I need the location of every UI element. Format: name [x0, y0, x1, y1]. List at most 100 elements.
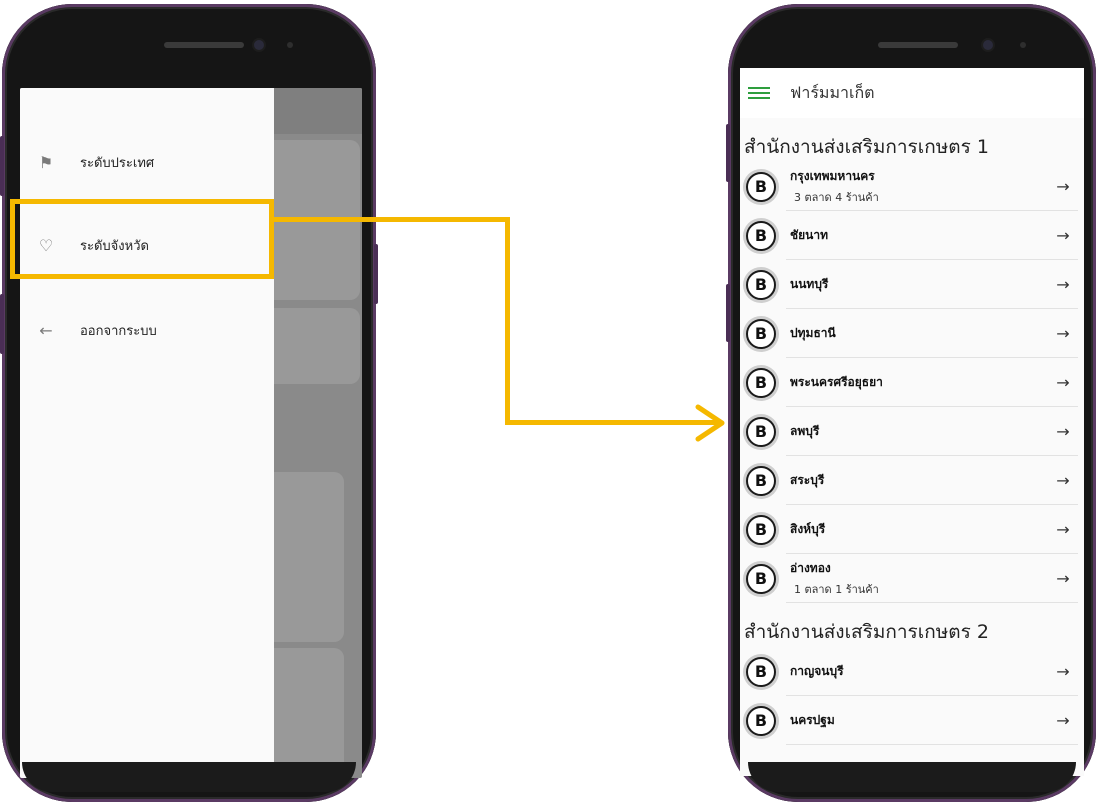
province-name: ลพบุรี	[790, 424, 820, 438]
drawer-item-label: ระดับประเทศ	[80, 155, 155, 171]
province-row[interactable]: B นนทบุรี →	[740, 260, 1084, 309]
row-text: ปทุมธานี	[790, 324, 1048, 343]
province-name: กรุงเทพมหานคร	[790, 169, 875, 183]
hamburger-menu-icon[interactable]	[748, 84, 770, 102]
highlight-box	[10, 199, 274, 279]
flag-icon: ⚑	[38, 152, 54, 172]
province-row[interactable]: B ชัยนาท →	[740, 211, 1084, 260]
background-card	[260, 308, 360, 384]
speaker-grille	[164, 42, 244, 48]
baht-coin-icon: B	[746, 416, 776, 447]
connector-line	[505, 217, 510, 425]
province-name: สระบุรี	[790, 473, 825, 487]
row-divider	[786, 744, 1078, 745]
connector-arrowhead-icon	[695, 404, 725, 442]
bixby-button	[0, 294, 4, 354]
app-title: ฟาร์มมาเก็ต	[790, 82, 875, 102]
section-header: สำนักงานส่งเสริมการเกษตร 2	[744, 621, 989, 643]
province-list: สำนักงานส่งเสริมการเกษตร 1 B กรุงเทพมหานคร…	[740, 118, 1084, 776]
coin-glyph: B	[754, 373, 768, 392]
drawer-item-logout[interactable]: ← ออกจากระบบ	[20, 310, 274, 350]
arrow-right-icon[interactable]: →	[1048, 520, 1078, 539]
section-header: สำนักงานส่งเสริมการเกษตร 1	[744, 136, 989, 158]
province-name: สิงห์บุรี	[790, 522, 826, 536]
app-bar: ฟาร์มมาเก็ต	[740, 68, 1084, 118]
sensor	[287, 42, 293, 48]
row-text: พระนครศรีอยุธยา	[790, 373, 1048, 392]
connector-line	[505, 420, 720, 425]
arrow-right-icon[interactable]: →	[1048, 422, 1078, 441]
navigation-drawer: ⚑ ระดับประเทศ ♡ ระดับจังหวัด ← ออกจากระบ…	[20, 88, 274, 778]
arrow-right-icon[interactable]: →	[1048, 177, 1078, 196]
province-stats: 1 ตลาด 1 ร้านค้า	[794, 583, 879, 596]
row-text: นนทบุรี	[790, 275, 1048, 294]
baht-coin-icon: B	[746, 465, 776, 496]
phone-chin	[22, 762, 356, 792]
coin-glyph: B	[754, 520, 768, 539]
coin-glyph: B	[754, 471, 768, 490]
drawer-item-label: ออกจากระบบ	[80, 323, 157, 339]
volume-button	[0, 136, 4, 196]
row-text: สิงห์บุรี	[790, 520, 1048, 539]
right-phone-frame: ฟาร์มมาเก็ต สำนักงานส่งเสริมการเกษตร 1 B ก…	[726, 4, 1096, 802]
province-row[interactable]: B ลพบุรี →	[740, 407, 1084, 456]
arrow-right-icon[interactable]: →	[1048, 324, 1078, 343]
province-name: กาญจนบุรี	[790, 664, 844, 678]
baht-coin-icon: B	[746, 563, 776, 594]
arrow-right-icon[interactable]: →	[1048, 569, 1078, 588]
coin-glyph: B	[754, 422, 768, 441]
baht-coin-icon: B	[746, 656, 776, 687]
row-text: ชัยนาท	[790, 226, 1048, 245]
row-text: ลพบุรี	[790, 422, 1048, 441]
row-text: สระบุรี	[790, 471, 1048, 490]
province-row[interactable]: B สระบุรี →	[740, 456, 1084, 505]
arrow-right-icon[interactable]: →	[1048, 471, 1078, 490]
arrow-right-icon[interactable]: →	[1048, 226, 1078, 245]
left-screen: ⚑ ระดับประเทศ ♡ ระดับจังหวัด ← ออกจากระบ…	[20, 88, 362, 778]
sensor	[1020, 42, 1026, 48]
row-text: อ่างทอง 1 ตลาด 1 ร้านค้า	[790, 559, 1048, 598]
baht-coin-icon: B	[746, 514, 776, 545]
province-name: นครปฐม	[790, 713, 835, 727]
row-text: กรุงเทพมหานคร 3 ตลาด 4 ร้านค้า	[790, 167, 1048, 206]
arrow-right-icon[interactable]: →	[1048, 373, 1078, 392]
front-camera	[983, 40, 993, 50]
front-camera	[254, 40, 264, 50]
province-name: ปทุมธานี	[790, 326, 836, 340]
coin-glyph: B	[754, 324, 768, 343]
province-row[interactable]: B พระนครศรีอยุธยา →	[740, 358, 1084, 407]
coin-glyph: B	[754, 177, 768, 196]
arrow-right-icon[interactable]: →	[1048, 275, 1078, 294]
baht-coin-icon: B	[746, 220, 776, 251]
baht-coin-icon: B	[746, 705, 776, 736]
drawer-item-country[interactable]: ⚑ ระดับประเทศ	[20, 142, 274, 182]
connector-line	[274, 217, 510, 222]
baht-coin-icon: B	[746, 367, 776, 398]
province-row[interactable]: B นครปฐม →	[740, 696, 1084, 745]
province-name: อ่างทอง	[790, 561, 831, 575]
province-row[interactable]: B ปทุมธานี →	[740, 309, 1084, 358]
coin-glyph: B	[754, 662, 768, 681]
province-stats: 3 ตลาด 4 ร้านค้า	[794, 191, 879, 204]
province-name: พระนครศรีอยุธยา	[790, 375, 883, 389]
baht-coin-icon: B	[746, 269, 776, 300]
row-divider	[786, 602, 1078, 603]
coin-glyph: B	[754, 275, 768, 294]
arrow-right-icon[interactable]: →	[1048, 711, 1078, 730]
province-name: ชัยนาท	[790, 228, 829, 242]
row-text: กาญจนบุรี	[790, 662, 1048, 681]
arrow-right-icon[interactable]: →	[1048, 662, 1078, 681]
right-screen: ฟาร์มมาเก็ต สำนักงานส่งเสริมการเกษตร 1 B ก…	[740, 68, 1084, 776]
speaker-grille	[878, 42, 958, 48]
volume-button	[726, 124, 730, 182]
coin-glyph: B	[754, 226, 768, 245]
coin-glyph: B	[754, 569, 768, 588]
power-button	[374, 244, 378, 304]
province-row[interactable]: B กาญจนบุรี →	[740, 647, 1084, 696]
phone-chin	[748, 762, 1076, 792]
province-row[interactable]: B อ่างทอง 1 ตลาด 1 ร้านค้า →	[740, 554, 1084, 603]
coin-glyph: B	[754, 711, 768, 730]
baht-coin-icon: B	[746, 318, 776, 349]
province-row[interactable]: B กรุงเทพมหานคร 3 ตลาด 4 ร้านค้า →	[740, 162, 1084, 211]
province-row[interactable]: B สิงห์บุรี →	[740, 505, 1084, 554]
